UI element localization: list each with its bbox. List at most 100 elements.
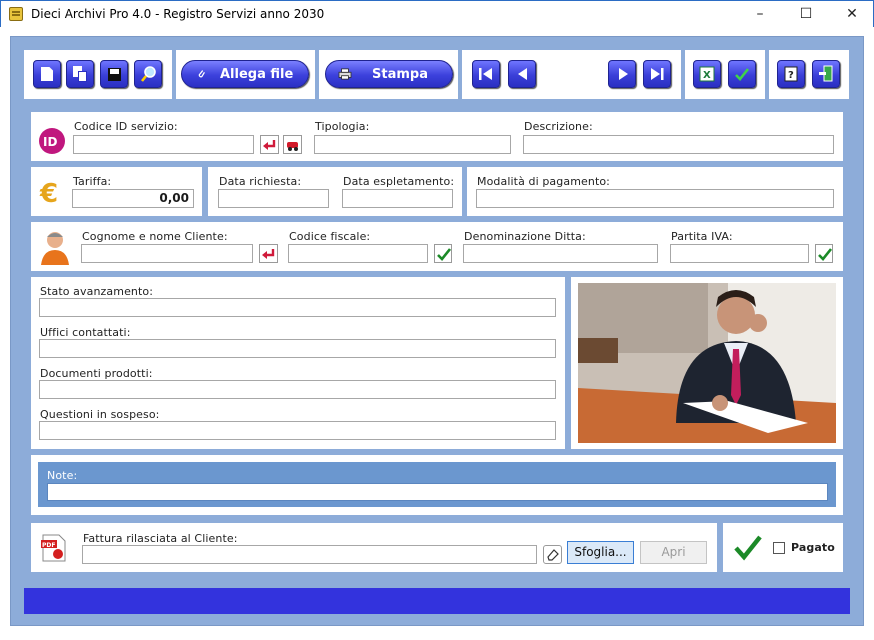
svg-text:X: X [703,70,711,81]
toolbar-attach-group: Allega file [176,50,315,99]
window-title: Dieci Archivi Pro 4.0 - Registro Servizi… [31,7,325,21]
type-label: Tipologia: [315,120,370,133]
last-icon [651,68,664,80]
app-icon [9,7,23,21]
offices-label: Uffici contattati: [40,326,131,339]
new-document-icon [41,67,53,81]
payment-label: Modalità di pagamento: [477,175,610,188]
invoice-label: Fattura rilasciata al Cliente: [83,532,238,545]
previous-icon [518,68,527,80]
company-input[interactable] [463,244,658,263]
printer-icon [338,68,352,80]
export-excel-button[interactable]: X [693,60,721,88]
service-id-generate-button[interactable] [283,135,302,154]
check-icon [437,248,451,261]
copy-icon-back [78,71,87,82]
print-button[interactable]: Stampa [325,60,453,88]
tax-code-verify-button[interactable] [434,244,452,263]
client-avatar-icon [38,227,72,265]
last-record-button[interactable] [643,60,671,88]
new-record-button[interactable] [33,60,61,88]
progress-panel: Stato avanzamento: Uffici contattati: Do… [31,277,565,449]
notes-label: Note: [47,469,78,482]
state-label: Stato avanzamento: [40,285,154,298]
service-id-input[interactable] [73,135,254,154]
state-input[interactable] [39,298,556,317]
offices-input[interactable] [39,339,556,358]
minimize-button[interactable]: – [737,1,783,28]
tariff-label: Tariffa: [73,175,112,188]
service-panel: ID Codice ID servizio: Tipologia: Descri… [31,112,843,161]
notes-panel: Note: [31,455,843,515]
previous-record-button[interactable] [508,60,536,88]
confirm-button[interactable] [728,60,756,88]
vat-label: Partita IVA: [671,230,733,243]
documents-label: Documenti prodotti: [40,367,153,380]
close-button[interactable]: ✕ [829,1,874,28]
next-record-button[interactable] [608,60,636,88]
check-icon [818,248,832,261]
exit-button[interactable] [812,60,840,88]
attach-file-button[interactable]: Allega file [181,60,309,88]
client-name-label: Cognome e nome Cliente: [82,230,228,243]
svg-text:€: € [39,179,58,207]
next-icon [619,68,628,80]
title-bar: Dieci Archivi Pro 4.0 - Registro Servizi… [0,0,874,27]
tariff-panel: € Tariffa: 0,00 [31,167,202,216]
paid-panel: Pagato [723,523,843,572]
svg-text:?: ? [788,70,794,81]
maximize-button[interactable]: ☐ [783,1,829,28]
pdf-icon: PDF [41,534,66,562]
clear-invoice-button[interactable] [543,545,562,564]
invoice-panel: PDF Fattura rilasciata al Cliente: Sfogl… [31,523,717,572]
tax-code-label: Codice fiscale: [289,230,371,243]
first-record-button[interactable] [472,60,500,88]
pending-input[interactable] [39,421,556,440]
toolbar-help-group: ? [769,50,849,99]
done-date-label: Data espletamento: [343,175,455,188]
magnifier-icon [140,66,156,82]
vat-verify-button[interactable] [815,244,833,263]
exit-door-icon [819,65,833,82]
help-button[interactable]: ? [777,60,805,88]
client-pick-button[interactable] [259,244,278,263]
vat-input[interactable] [670,244,809,263]
tax-code-input[interactable] [288,244,428,263]
payment-input[interactable] [476,189,834,208]
print-label: Stampa [372,67,428,82]
photo-panel [571,277,843,449]
toolbar-file-group [24,50,172,99]
first-icon [479,68,492,80]
paperclip-icon [198,70,205,78]
invoice-path-input[interactable] [82,545,537,564]
request-date-input[interactable] [218,189,329,208]
toolbar-export-group: X [685,50,765,99]
paid-label: Pagato [791,541,835,554]
main-frame: Allega file Stampa X ? ID Codice ID serv… [10,36,864,626]
paid-check-icon [734,535,762,561]
service-id-label: Codice ID servizio: [74,120,178,133]
service-id-pick-button[interactable] [260,135,279,154]
open-button[interactable]: Apri [640,541,707,564]
description-input[interactable] [523,135,834,154]
return-arrow-icon [262,249,275,259]
notes-input[interactable] [47,483,828,501]
payment-panel: Modalità di pagamento: [467,167,843,216]
duplicate-record-button[interactable] [66,60,94,88]
status-bar [24,588,850,614]
eraser-icon [547,549,559,561]
type-input[interactable] [314,135,511,154]
company-label: Denominazione Ditta: [464,230,586,243]
tariff-input[interactable]: 0,00 [72,189,194,208]
car-icon [287,142,298,151]
toolbar-nav-group [462,50,681,99]
request-date-label: Data richiesta: [219,175,302,188]
browse-button[interactable]: Sfoglia... [567,541,634,564]
documents-input[interactable] [39,380,556,399]
client-name-input[interactable] [81,244,253,263]
done-date-input[interactable] [342,189,453,208]
save-record-button[interactable] [100,60,128,88]
paid-checkbox[interactable] [773,542,785,554]
businessman-photo[interactable] [578,283,836,443]
search-record-button[interactable] [134,60,162,88]
